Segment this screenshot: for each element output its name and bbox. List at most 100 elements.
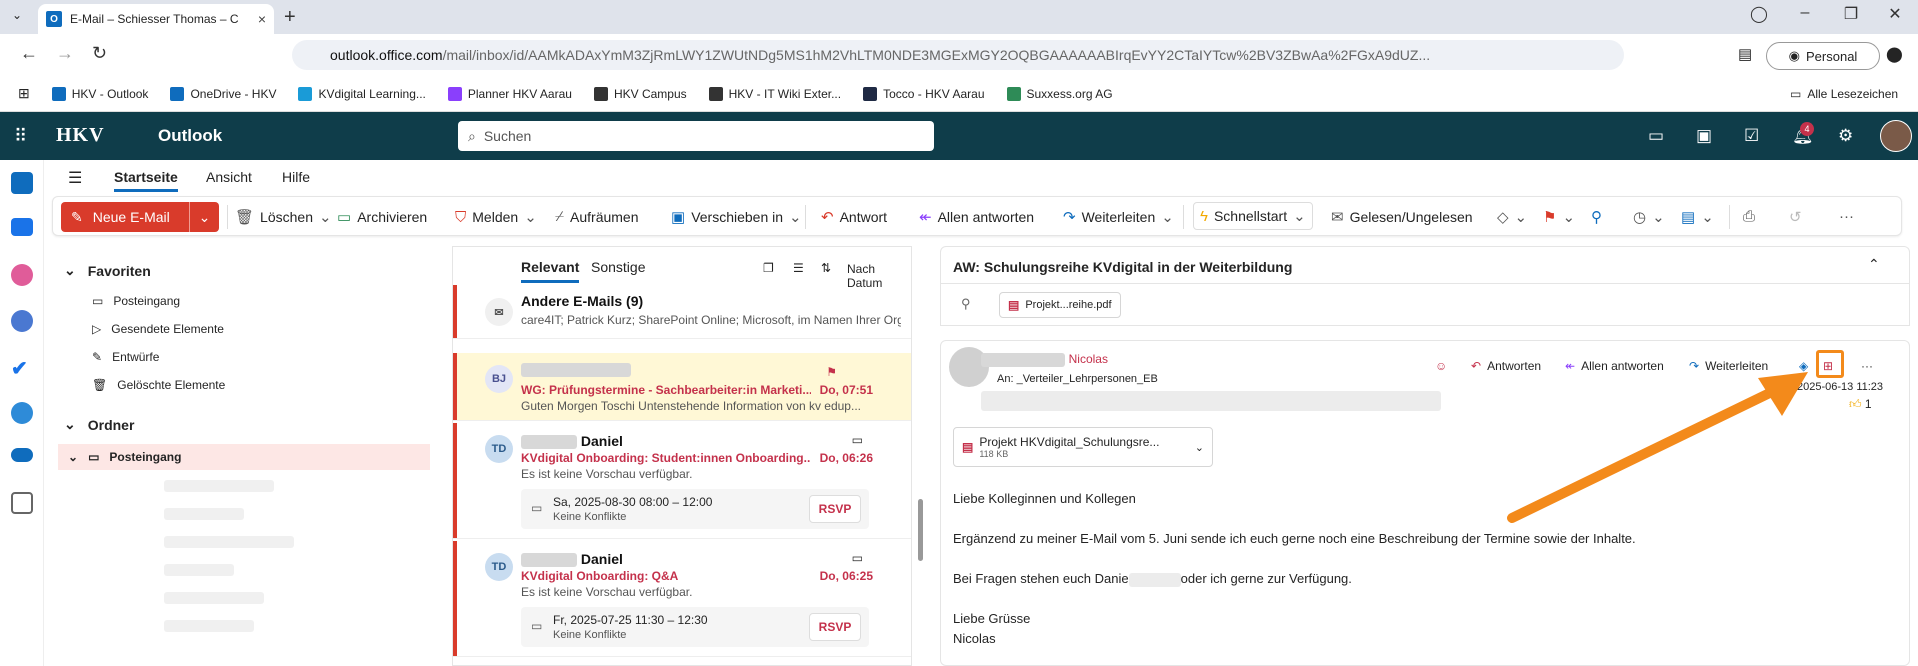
browser-tab[interactable]: O E-Mail – Schiesser Thomas – C × xyxy=(38,4,274,34)
minimize-icon[interactable]: – xyxy=(1782,4,1828,22)
mail-icon[interactable] xyxy=(11,172,33,194)
archive-button[interactable]: ▭ Archivieren xyxy=(337,208,427,226)
reply-all-button[interactable]: ↞ Allen antworten xyxy=(919,208,1034,226)
tab-list-chevron-icon[interactable]: ⌄ xyxy=(12,8,22,22)
bookmark[interactable]: Suxxess.org AG xyxy=(1006,86,1113,101)
pdf-icon: ▤ xyxy=(962,440,974,454)
select-icon[interactable]: ❐ xyxy=(763,261,774,275)
hamburger-icon[interactable]: ☰ xyxy=(68,168,82,188)
rsvp-button[interactable]: RSVP xyxy=(809,495,861,523)
all-bookmarks[interactable]: ▭ Alle Lesezeichen xyxy=(1790,87,1898,101)
tab-view[interactable]: Ansicht xyxy=(206,169,252,185)
scrollbar[interactable] xyxy=(918,499,923,561)
close-window-icon[interactable]: ✕ xyxy=(1872,4,1918,24)
new-mail-button[interactable]: ✎ Neue E-Mail ⌄ xyxy=(61,202,219,232)
folder-item-inbox-selected[interactable]: ⌄ ▭ Posteingang xyxy=(58,444,430,470)
chevron-down-icon[interactable]: ⌄ xyxy=(1195,441,1204,454)
close-tab-icon[interactable]: × xyxy=(258,11,266,27)
reload-icon[interactable]: ↻ xyxy=(92,43,107,64)
body-greeting: Liebe Kolleginnen und Kollegen xyxy=(953,491,1136,506)
apps-grid-icon[interactable]: ⊞ xyxy=(18,85,30,102)
back-icon[interactable]: ← xyxy=(20,43,38,64)
bookmark[interactable]: HKV - Outlook xyxy=(51,86,148,101)
read-unread-button[interactable]: ✉ Gelesen/Ungelesen xyxy=(1331,208,1473,226)
sort-icon[interactable]: ⇅ xyxy=(821,261,831,275)
tab-help[interactable]: Hilfe xyxy=(282,169,310,185)
snooze-button[interactable]: ◷ ⌄ xyxy=(1633,208,1665,226)
undo-button[interactable]: ↺ xyxy=(1789,208,1802,226)
folder-label: Posteingang xyxy=(109,450,182,464)
folder-item-inbox[interactable]: ▭ Posteingang xyxy=(84,288,374,314)
attachment-card[interactable]: ▤ Projekt HKVdigital_Schulungsre... 118 … xyxy=(953,427,1213,467)
print-button[interactable]: ⎙ xyxy=(1743,208,1755,225)
profile-icon[interactable]: ◯ xyxy=(1736,4,1782,24)
move-label: Verschieben in xyxy=(691,209,784,225)
onedrive-icon[interactable] xyxy=(11,448,33,462)
rsvp-button[interactable]: RSVP xyxy=(809,613,861,641)
folder-item-deleted[interactable]: 🗑︎ Gelöschte Elemente xyxy=(84,372,374,398)
tab-other[interactable]: Sonstige xyxy=(591,259,645,275)
org-icon[interactable] xyxy=(11,402,33,424)
forward-icon[interactable]: → xyxy=(56,43,74,64)
url-field[interactable]: outlook.office.com/mail/inbox/id/AAMkADA… xyxy=(292,40,1624,70)
tab-home[interactable]: Startseite xyxy=(114,169,178,192)
search-input[interactable]: ⌕ Suchen xyxy=(458,121,934,151)
bookmark[interactable]: KVdigital Learning... xyxy=(298,86,426,101)
url-host: outlook.office.com xyxy=(330,47,443,63)
feedback-icon[interactable]: ▭ xyxy=(1648,126,1664,146)
profile-button[interactable]: ◉ Personal xyxy=(1766,42,1880,70)
app-launcher-icon[interactable]: ⠿ xyxy=(14,126,27,147)
bookmark-label: KVdigital Learning... xyxy=(318,86,426,101)
more-apps-icon[interactable] xyxy=(11,492,33,514)
bookmark[interactable]: HKV Campus xyxy=(593,86,687,101)
list-item[interactable]: BJ ⚑ WG: Prüfungstermine - Sachbearbeite… xyxy=(453,353,911,421)
restore-icon[interactable]: ❐ xyxy=(1828,4,1874,24)
forward-button[interactable]: ↷ Weiterleiten ⌄ xyxy=(1063,208,1174,226)
todo-icon[interactable]: ✔ xyxy=(11,356,33,380)
folder-item-drafts[interactable]: ✎ Entwürfe xyxy=(84,344,374,370)
tag-button[interactable]: ◇ ⌄ xyxy=(1497,208,1527,226)
menu-icon[interactable]: ⬤ xyxy=(1886,45,1903,63)
list-item[interactable]: TD Daniel ▭ KVdigital Onboarding: Studen… xyxy=(453,423,911,539)
bookmark[interactable]: HKV - IT Wiki Exter... xyxy=(708,86,841,101)
favorites-header[interactable]: ⌄ Favoriten xyxy=(64,262,151,279)
tab-focused[interactable]: Relevant xyxy=(521,259,580,283)
list-item[interactable]: TD Daniel ▭ KVdigital Onboarding: Q&A Do… xyxy=(453,541,911,657)
report-button[interactable]: ⛉ Melden ⌄ xyxy=(455,208,537,227)
folders-header[interactable]: ⌄ Ordner xyxy=(64,416,134,433)
calendar-icon: ▭ xyxy=(851,433,863,447)
copilot-icon[interactable] xyxy=(11,264,33,286)
reading-list-icon[interactable]: ▤ xyxy=(1738,45,1752,63)
bookmark[interactable]: Tocco - HKV Aarau xyxy=(863,86,985,101)
gear-icon[interactable]: ⚙ xyxy=(1838,126,1853,146)
print-icon: ⎙ xyxy=(1743,208,1756,225)
teams-icon[interactable]: ▣ xyxy=(1696,126,1712,146)
flag-button[interactable]: ⚑ ⌄ xyxy=(1543,208,1575,226)
filter-icon[interactable]: ☰ xyxy=(793,261,804,275)
other-mails-item[interactable]: ✉ Andere E-Mails (9) care4IT; Patrick Ku… xyxy=(453,285,911,339)
flag-icon[interactable]: ⚑ xyxy=(826,365,837,379)
chevron-down-icon[interactable]: ⌄ xyxy=(189,202,219,232)
emoji-button[interactable]: ☺ xyxy=(1435,359,1447,373)
quickstep-button[interactable]: ϟ Schnellstart ⌄ xyxy=(1193,202,1313,230)
attachment-chip[interactable]: ▤ Projekt...reihe.pdf xyxy=(999,292,1121,318)
bookmark[interactable]: OneDrive - HKV xyxy=(170,86,276,101)
sweep-button[interactable]: ⌿ Aufräumen xyxy=(555,208,639,225)
message-sender: Daniel xyxy=(580,433,623,449)
reply-button[interactable]: ↶ Antwort xyxy=(821,208,887,226)
move-button[interactable]: ▣ Verschieben in ⌄ xyxy=(671,208,802,226)
avatar[interactable] xyxy=(1880,120,1912,152)
people-icon[interactable] xyxy=(11,310,33,332)
pin-button[interactable]: ⚲ xyxy=(1591,208,1602,226)
calendar-icon[interactable] xyxy=(11,218,33,236)
new-tab-icon[interactable]: + xyxy=(284,6,296,29)
message-time: Do, 06:25 xyxy=(819,569,873,583)
delete-button[interactable]: 🗑︎ Löschen ⌄ xyxy=(235,208,332,226)
rules-button[interactable]: ▤ ⌄ xyxy=(1681,208,1714,226)
tasks-icon[interactable]: ☑ xyxy=(1744,126,1759,146)
collapse-icon[interactable]: ⌃ xyxy=(1868,256,1880,273)
bookmark[interactable]: Planner HKV Aarau xyxy=(447,86,572,101)
folder-item-sent[interactable]: ▷ Gesendete Elemente xyxy=(84,316,374,342)
more-actions-button[interactable]: ··· xyxy=(1861,359,1873,373)
more-button[interactable]: ··· xyxy=(1839,208,1854,225)
